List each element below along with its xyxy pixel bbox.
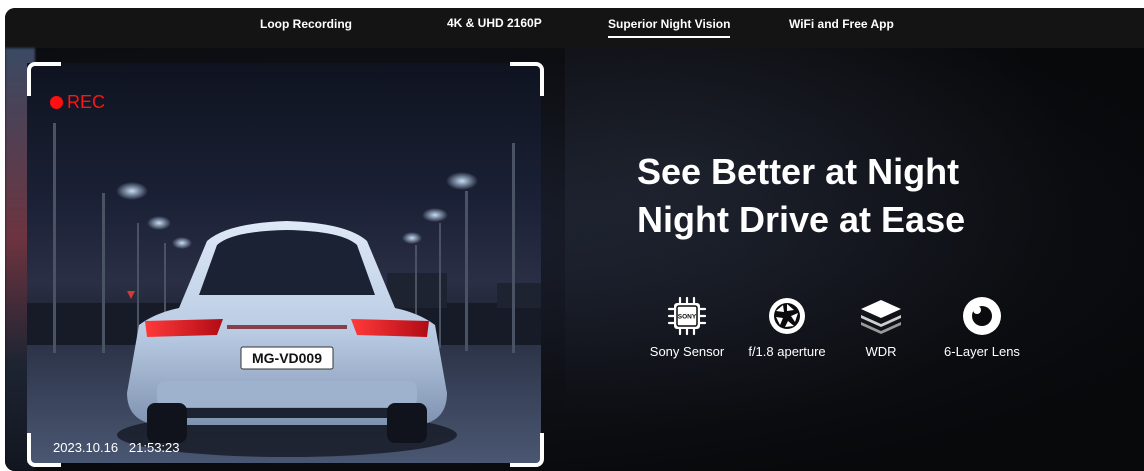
license-plate-text: MG-VD009 xyxy=(252,350,322,366)
rec-label: REC xyxy=(67,92,106,112)
tab-wifi-free-app[interactable]: WiFi and Free App xyxy=(789,17,894,36)
feature-6-layer-lens: 6-Layer Lens xyxy=(922,296,1042,359)
recording-timestamp: 2023.10.16 21:53:23 xyxy=(53,440,180,455)
sony-sensor-chip-icon: SONY xyxy=(667,296,707,336)
feature-tab-bar: Loop Recording 4K & UHD 2160P Superior N… xyxy=(5,8,1144,48)
headline-line-1: See Better at Night xyxy=(637,151,960,192)
product-banner: Loop Recording 4K & UHD 2160P Superior N… xyxy=(5,8,1144,471)
rec-indicator: REC xyxy=(50,93,105,111)
viewfinder-corner-bottom-right xyxy=(510,433,544,467)
background-glow xyxy=(565,48,1144,471)
feature-label: 6-Layer Lens xyxy=(944,344,1020,359)
headline-line-2: Night Drive at Ease xyxy=(637,199,966,240)
viewfinder-corner-top-right xyxy=(510,62,544,96)
tab-superior-night-vision[interactable]: Superior Night Vision xyxy=(608,17,731,38)
layers-icon xyxy=(861,300,901,334)
tab-loop-recording[interactable]: Loop Recording xyxy=(260,17,352,36)
dashcam-night-photo: MG-VD009 xyxy=(27,63,541,463)
sony-chip-text: SONY xyxy=(678,314,697,321)
night-car-illustration: MG-VD009 xyxy=(27,123,541,463)
headline: See Better at Night Night Drive at Ease xyxy=(637,148,965,244)
aperture-icon xyxy=(769,298,805,334)
lens-ring-icon xyxy=(963,297,1001,335)
hero-section: MG-VD009 REC 2023.10.16 21:53:23 See Bet… xyxy=(5,48,1144,471)
tab-4k-uhd[interactable]: 4K & UHD 2160P xyxy=(447,16,542,35)
viewfinder-corner-top-left xyxy=(27,62,61,96)
rec-dot-icon xyxy=(50,95,63,109)
